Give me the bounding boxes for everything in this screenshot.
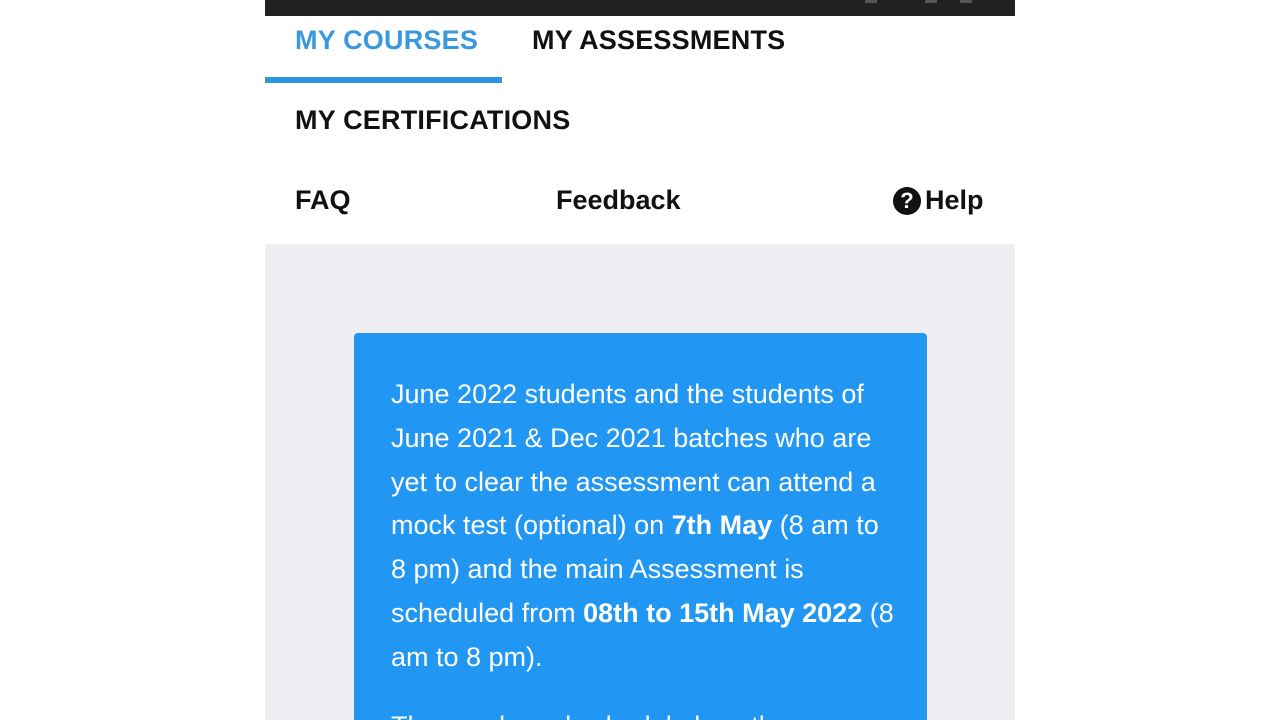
help-link[interactable]: ? Help: [893, 185, 984, 216]
notice-next-line: The needs and schedule how the: [391, 705, 896, 720]
question-circle-icon: ?: [893, 186, 921, 215]
feedback-link[interactable]: Feedback: [556, 185, 681, 216]
active-tab-indicator: [265, 77, 502, 83]
status-bar: [265, 0, 1015, 16]
app-screen: MY COURSES MY ASSESSMENTS MY CERTIFICATI…: [265, 0, 1015, 720]
mock-test-date: 7th May: [671, 510, 773, 541]
tab-my-certifications[interactable]: MY CERTIFICATIONS: [295, 105, 570, 136]
status-icon: [925, 0, 937, 3]
assessment-dates: 08th to 15th May 2022: [583, 597, 863, 628]
faq-link[interactable]: FAQ: [295, 185, 351, 216]
help-label: Help: [925, 185, 984, 215]
status-icon: [960, 0, 972, 3]
status-icon: [865, 0, 877, 3]
content-area: June 2022 students and the students of J…: [265, 244, 1015, 720]
tab-my-assessments[interactable]: MY ASSESSMENTS: [532, 25, 785, 56]
notice-card: June 2022 students and the students of J…: [354, 333, 927, 720]
tab-my-courses[interactable]: MY COURSES: [295, 25, 478, 56]
notice-text: June 2022 students and the students of J…: [391, 373, 896, 680]
